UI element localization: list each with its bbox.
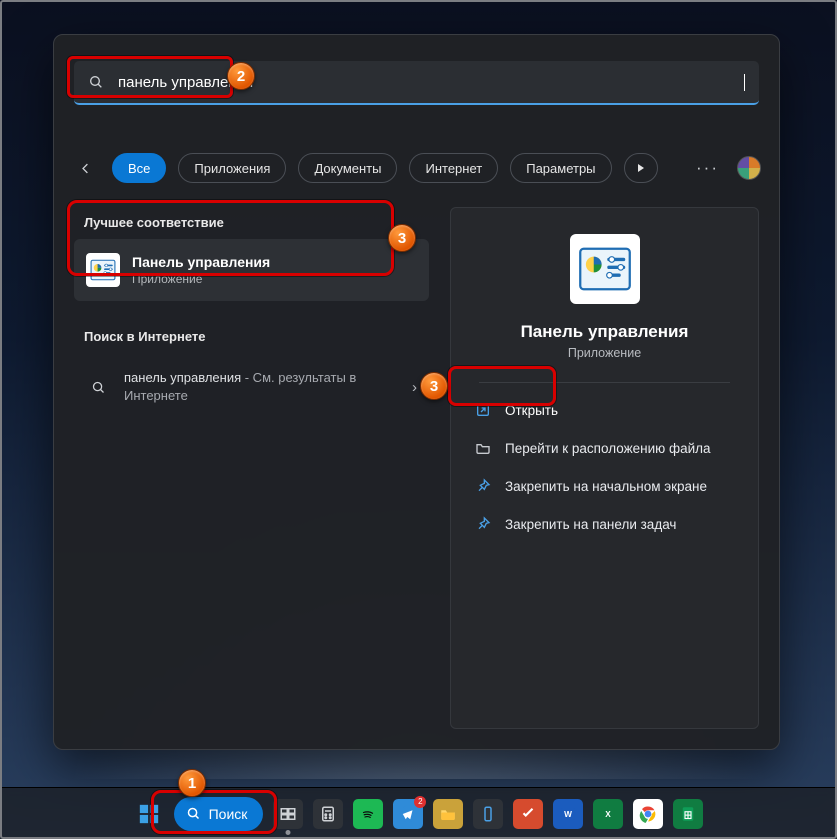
filter-all[interactable]: Все (112, 153, 166, 183)
chrome-icon[interactable] (633, 799, 663, 829)
sheets-icon[interactable] (673, 799, 703, 829)
search-input[interactable] (118, 74, 745, 91)
filter-row: Все Приложения Документы Интернет Параме… (72, 151, 761, 185)
calculator-icon[interactable] (313, 799, 343, 829)
taskbar-search[interactable]: Поиск (174, 797, 264, 831)
chevron-right-icon: › (412, 380, 417, 395)
excel-icon[interactable]: X (593, 799, 623, 829)
text-caret (744, 74, 745, 91)
word-icon[interactable]: W (553, 799, 583, 829)
action-open[interactable]: Открыть (465, 391, 744, 429)
web-search-result[interactable]: панель управления - См. результаты в Инт… (74, 359, 429, 415)
pin-icon (475, 516, 491, 532)
web-search-text: панель управления - См. результаты в Инт… (124, 369, 384, 405)
open-icon (475, 402, 491, 418)
divider (479, 382, 731, 383)
control-panel-icon (570, 234, 640, 304)
todo-icon[interactable] (513, 799, 543, 829)
result-subtitle: Приложение (132, 272, 270, 286)
telegram-icon[interactable]: 2 (393, 799, 423, 829)
search-icon (86, 380, 110, 395)
overflow-menu[interactable]: ··· (690, 158, 725, 178)
filter-settings[interactable]: Параметры (510, 153, 611, 183)
control-panel-icon (86, 253, 120, 287)
action-open-location[interactable]: Перейти к расположению файла (465, 429, 744, 467)
search-icon (186, 806, 201, 821)
filter-web[interactable]: Интернет (409, 153, 498, 183)
phone-link-icon[interactable] (473, 799, 503, 829)
search-bar[interactable] (74, 61, 759, 105)
action-pin-taskbar[interactable]: Закрепить на панели задач (465, 505, 744, 543)
section-web-search: Поиск в Интернете (84, 329, 205, 344)
pin-icon (475, 478, 491, 494)
preview-subtitle: Приложение (568, 346, 641, 360)
svg-text:W: W (564, 810, 572, 819)
action-pin-start[interactable]: Закрепить на начальном экране (465, 467, 744, 505)
task-view-icon[interactable] (273, 799, 303, 829)
filter-apps[interactable]: Приложения (178, 153, 286, 183)
spotify-icon[interactable] (353, 799, 383, 829)
result-control-panel[interactable]: Панель управления Приложение (74, 239, 429, 301)
preview-title: Панель управления (521, 322, 689, 342)
result-title: Панель управления (132, 254, 270, 270)
user-avatar[interactable] (737, 156, 761, 180)
back-button[interactable] (72, 155, 98, 181)
taskbar: Поиск 2 W X (0, 787, 837, 839)
preview-panel: Панель управления Приложение Открыть Пер… (450, 207, 759, 729)
start-button[interactable] (134, 799, 164, 829)
search-icon (88, 74, 104, 90)
filter-docs[interactable]: Документы (298, 153, 397, 183)
svg-text:X: X (606, 810, 612, 819)
search-window: Все Приложения Документы Интернет Параме… (53, 34, 780, 750)
section-best-match: Лучшее соответствие (84, 215, 224, 230)
folder-icon (475, 440, 491, 456)
filter-more[interactable] (624, 153, 658, 183)
explorer-icon[interactable] (433, 799, 463, 829)
